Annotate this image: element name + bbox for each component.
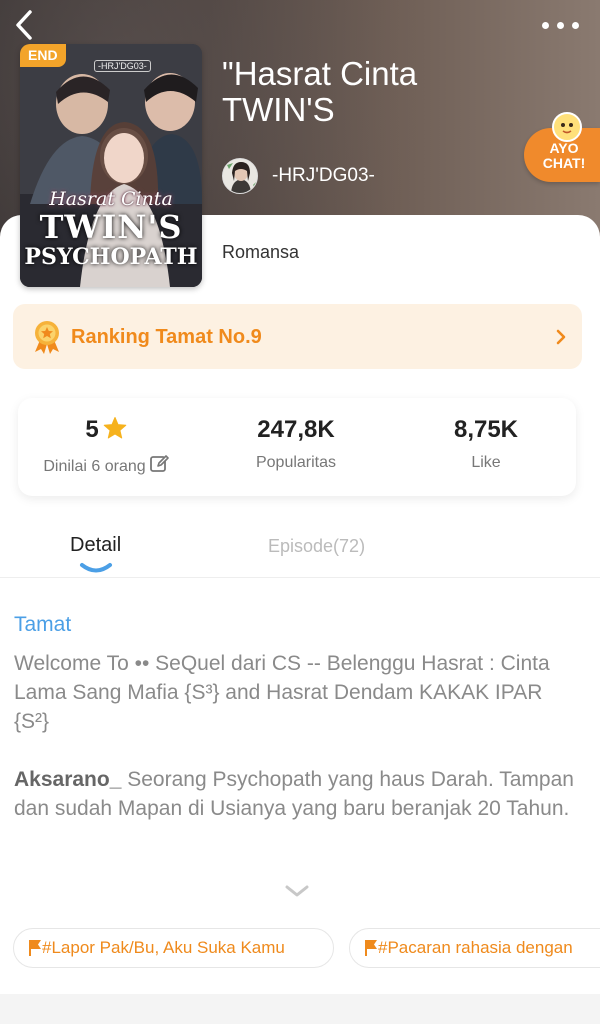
- back-button[interactable]: [10, 8, 40, 42]
- synopsis-paragraph-2: Aksarano_ Seorang Psychopath yang haus D…: [14, 765, 574, 823]
- rating-value: 5: [85, 416, 99, 443]
- rating-stat[interactable]: 5 Dinilai 6 orang: [18, 416, 194, 476]
- synopsis: Welcome To •• SeQuel dari CS -- Belenggu…: [14, 649, 574, 852]
- author-avatar: [222, 158, 258, 194]
- cover-title-line2: TWIN'S: [39, 208, 183, 246]
- bottom-divider: [0, 994, 600, 1024]
- stats-card: 5 Dinilai 6 orang 247,8K Popularitas 8,7…: [18, 398, 576, 496]
- tab-detail[interactable]: Detail: [70, 534, 121, 557]
- chevron-left-icon: [16, 10, 32, 40]
- tag-chip[interactable]: #Lapor Pak/Bu, Aku Suka Kamu: [13, 928, 334, 968]
- ayo-chat-line2: CHAT!: [542, 155, 586, 171]
- popularity-value: 247,8K: [257, 416, 335, 443]
- status-badge: END: [20, 44, 66, 67]
- popularity-label: Popularitas: [255, 454, 337, 471]
- book-cover[interactable]: END -HRJ'DG03- Hasrat Cinta TWIN'S PSYCH…: [20, 44, 202, 287]
- tag-label: #Lapor Pak/Bu, Aku Suka Kamu: [42, 938, 285, 957]
- more-dot-icon: [542, 22, 549, 29]
- ayo-chat-line1: AYO: [549, 140, 579, 156]
- book-title: "Hasrat Cinta TWIN'S: [222, 55, 418, 128]
- popularity-stat: 247,8K Popularitas: [206, 416, 386, 472]
- tab-episode[interactable]: Episode(72): [268, 536, 365, 557]
- more-options-button[interactable]: [542, 16, 582, 36]
- like-stat: 8,75K Like: [396, 416, 576, 472]
- genre-label[interactable]: Romansa: [222, 242, 299, 263]
- mascot-icon: [552, 112, 582, 142]
- completion-status: Tamat: [14, 613, 72, 636]
- rating-value-row: 5: [18, 416, 194, 444]
- medal-icon: [35, 321, 59, 354]
- more-dot-icon: [557, 22, 564, 29]
- ayo-chat-button[interactable]: AYO CHAT!: [522, 112, 600, 184]
- flag-icon: [365, 940, 377, 956]
- cover-author-tag: -HRJ'DG03-: [94, 60, 151, 72]
- chevron-right-icon: [556, 329, 566, 345]
- rating-label-row: Dinilai 6 orang: [18, 454, 194, 476]
- more-dot-icon: [572, 22, 579, 29]
- expand-chevron-icon[interactable]: [283, 882, 311, 900]
- synopsis-character-name: Aksarano_: [14, 768, 122, 791]
- tag-chip[interactable]: #Pacaran rahasia dengan: [349, 928, 600, 968]
- synopsis-paragraph-1: Welcome To •• SeQuel dari CS -- Belenggu…: [14, 652, 550, 733]
- author-link[interactable]: -HRJ'DG03-: [222, 157, 375, 195]
- cover-title-line1: Hasrat Cinta: [49, 188, 173, 210]
- author-name: -HRJ'DG03-: [272, 165, 375, 186]
- star-icon: [103, 417, 126, 439]
- rating-label: Dinilai 6 orang: [43, 458, 146, 475]
- ayo-chat-label: AYO CHAT!: [532, 141, 596, 171]
- ranking-banner[interactable]: Ranking Tamat No.9: [13, 304, 582, 369]
- tag-list: #Lapor Pak/Bu, Aku Suka Kamu #Pacaran ra…: [13, 928, 600, 970]
- tab-bar: Detail Episode(72): [0, 528, 600, 578]
- active-tab-indicator: [80, 563, 112, 573]
- avatar-image: [223, 159, 257, 193]
- flag-icon: [29, 940, 41, 956]
- ranking-label: Ranking Tamat No.9: [71, 326, 262, 348]
- tag-label: #Pacaran rahasia dengan: [378, 938, 573, 957]
- edit-icon[interactable]: [149, 454, 169, 474]
- like-value: 8,75K: [453, 416, 519, 443]
- cover-title-line3: PSYCHOPATH: [24, 244, 198, 270]
- like-label: Like: [471, 454, 501, 471]
